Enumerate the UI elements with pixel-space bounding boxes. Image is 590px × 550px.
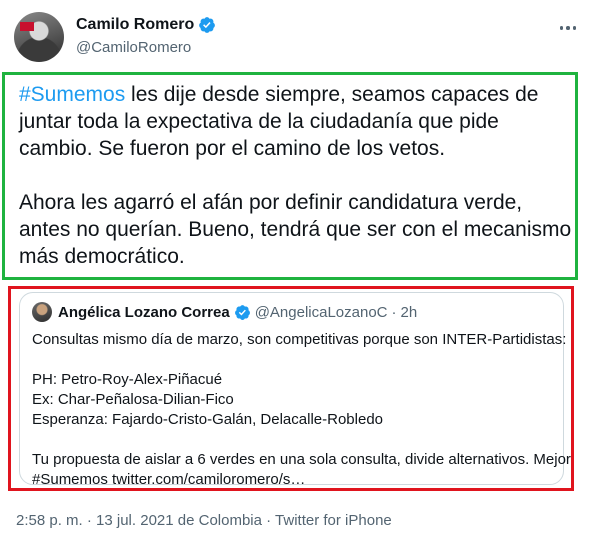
- quoted-tweet-header: Angélica Lozano Correa @AngelicaLozanoC …: [32, 302, 417, 322]
- quoted-author-handle: @AngelicaLozanoC: [254, 303, 388, 321]
- tweet-text-highlight-green: #Sumemos les dije desde siempre, seamos …: [2, 72, 578, 280]
- quoted-line-8: #Sumemos twitter.com/camiloromero/s…: [32, 471, 306, 488]
- quoted-tweet-card[interactable]: Angélica Lozano Correa @AngelicaLozanoC …: [19, 292, 571, 488]
- quoted-tweet-body: Consultas mismo día de marzo, son compet…: [32, 330, 571, 490]
- quoted-author-avatar: [32, 302, 52, 322]
- verified-badge-icon: [199, 17, 216, 33]
- author-avatar[interactable]: [14, 12, 64, 62]
- quoted-line-6: [32, 430, 560, 450]
- quoted-verified-badge-icon: [234, 304, 250, 320]
- author-display-name[interactable]: Camilo Romero: [76, 16, 194, 34]
- hashtag-link[interactable]: #Sumemos: [19, 83, 125, 106]
- quoted-line-3: PH: Petro-Roy-Alex-Piñacué: [32, 371, 223, 388]
- quoted-line-7: Tu propuesta de aislar a 6 verdes en una…: [32, 451, 571, 468]
- author-name-line: Camilo Romero: [76, 16, 216, 34]
- avatar-flag: [20, 22, 34, 31]
- tweet-timestamp[interactable]: 2:58 p. m. · 13 jul. 2021 de Colombia · …: [16, 512, 392, 529]
- quoted-line-4: Ex: Char-Peñalosa-Dilian-Fico: [32, 391, 234, 408]
- more-options-icon[interactable]: [556, 16, 580, 40]
- tweet-text: #Sumemos les dije desde siempre, seamos …: [19, 81, 573, 270]
- quoted-line-1: Consultas mismo día de marzo, son compet…: [32, 331, 567, 348]
- tweet-text-part2: Ahora les agarró el afán por definir can…: [19, 191, 578, 268]
- quoted-separator: ·: [391, 303, 397, 321]
- quoted-line-5: Esperanza: Fajardo-Cristo-Galán, Delacal…: [32, 411, 383, 428]
- tweet-header: Camilo Romero @CamiloRomero: [14, 12, 580, 64]
- quoted-time: 2h: [400, 303, 418, 321]
- quote-highlight-red: Angélica Lozano Correa @AngelicaLozanoC …: [8, 286, 574, 491]
- quoted-author-name: Angélica Lozano Correa: [58, 303, 230, 321]
- quoted-line-2: [32, 350, 560, 370]
- author-handle[interactable]: @CamiloRomero: [76, 39, 191, 56]
